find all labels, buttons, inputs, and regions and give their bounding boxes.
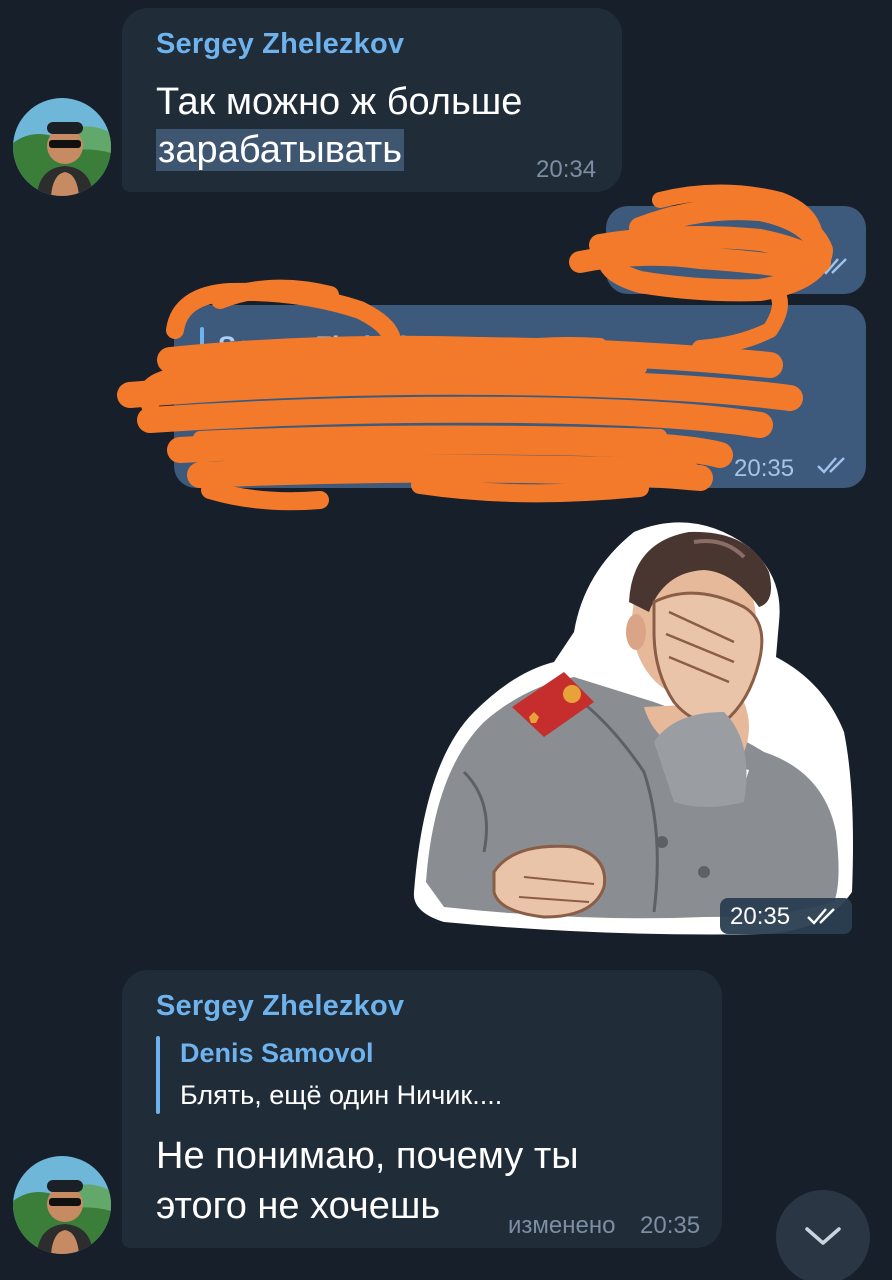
avatar[interactable] [13, 1156, 111, 1254]
facepalm-sticker[interactable]: 20:35 [404, 512, 858, 942]
message-time: 20:35 [640, 1212, 701, 1239]
reply-sender: Denis Samovol [180, 1038, 374, 1068]
edited-label: изменено [508, 1212, 616, 1239]
message-time: 20:35 [730, 903, 791, 930]
incoming-reply-message[interactable]: Sergey Zhelezkov Denis Samovol Блять, ещ… [122, 970, 722, 1248]
message-text-line: этого не хочешь [156, 1185, 441, 1227]
redaction-scribble [117, 184, 833, 511]
reply-bar [156, 1036, 160, 1114]
reply-text: Блять, ещё один Ничик.... [180, 1080, 503, 1110]
sticker-time-badge: 20:35 [720, 898, 852, 934]
reply-quote[interactable]: Denis Samovol Блять, ещё один Ничик.... [156, 1036, 676, 1116]
chevron-down-icon [803, 1225, 843, 1254]
sender-name[interactable]: Sergey Zhelezkov [156, 990, 404, 1023]
scroll-down-button[interactable] [776, 1190, 870, 1280]
double-check-icon [806, 906, 842, 931]
message-text-line: Не понимаю, почему ты [156, 1135, 579, 1177]
